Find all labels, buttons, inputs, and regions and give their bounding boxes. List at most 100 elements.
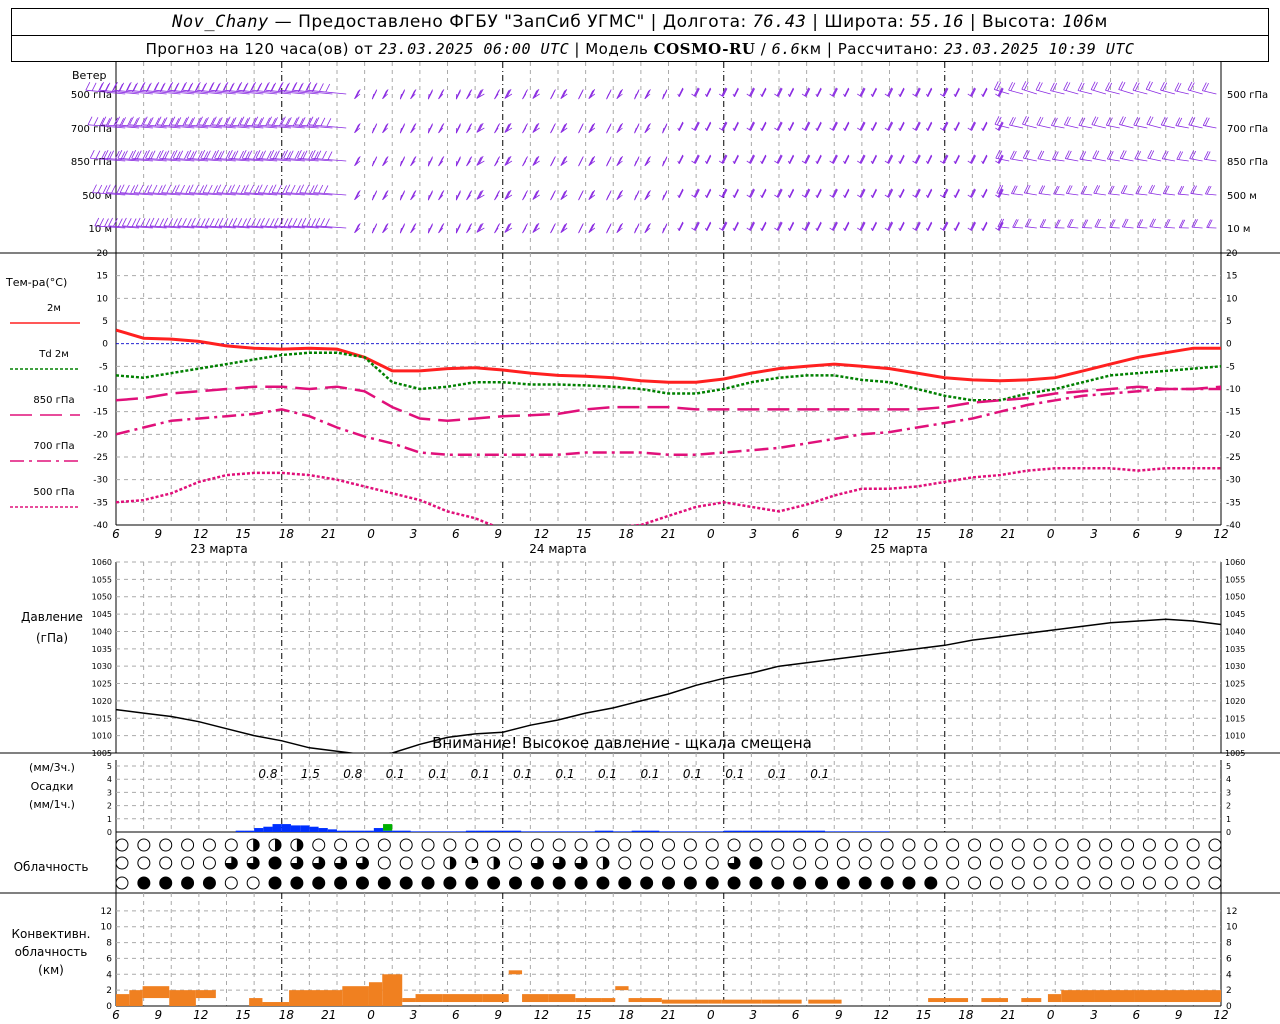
wind-barb-feather bbox=[312, 82, 318, 91]
wind-barb-feather bbox=[119, 82, 125, 91]
conv-bar bbox=[1021, 998, 1042, 1003]
wind-barb-feather bbox=[943, 154, 948, 164]
wind-barb-feather bbox=[634, 223, 640, 232]
cloud-cover-symbol bbox=[159, 838, 173, 852]
prec-bar bbox=[760, 830, 770, 832]
wind-barb-feather bbox=[678, 87, 684, 97]
wind-barb-feather bbox=[645, 123, 650, 133]
wind-barb-feather bbox=[955, 122, 960, 131]
prec-3h-total: 0.1 bbox=[768, 767, 787, 781]
wind-barb-feather bbox=[1164, 185, 1170, 194]
prec-bar bbox=[622, 831, 632, 832]
prec-3h-total: 0.1 bbox=[386, 767, 405, 781]
wind-barb-feather bbox=[844, 189, 850, 198]
wind-barb-feather bbox=[844, 189, 850, 198]
conv-bar bbox=[708, 999, 722, 1004]
wind-barb-feather bbox=[297, 150, 302, 159]
prec-bar bbox=[318, 828, 328, 832]
wind-barb-feather bbox=[982, 88, 988, 97]
wind-barb-feather bbox=[777, 121, 783, 131]
temp-ytick-left: -35 bbox=[93, 498, 108, 508]
wind-barb-feather bbox=[125, 184, 130, 194]
prec-ytick-right: 0 bbox=[1226, 828, 1231, 837]
cloud-cover-symbol bbox=[662, 838, 675, 852]
wind-barb-feather bbox=[871, 221, 877, 231]
cloud-cover-symbol bbox=[749, 838, 763, 852]
pres-ytick-left: 1025 bbox=[92, 680, 112, 689]
wind-barb-feather bbox=[734, 88, 739, 97]
wind-barb-feather bbox=[694, 188, 700, 198]
wind-barb-feather bbox=[844, 122, 850, 131]
wind-barb-feather bbox=[1120, 184, 1126, 194]
cloud-cover-symbol bbox=[421, 876, 435, 890]
prec-bar bbox=[309, 826, 319, 832]
prec-ytick-right: 2 bbox=[1226, 802, 1231, 811]
cloud-cover-symbol bbox=[902, 838, 916, 852]
wind-barb-feather bbox=[467, 190, 473, 199]
wind-barb-feather bbox=[644, 90, 650, 99]
wind-barb-feather bbox=[1064, 150, 1070, 159]
wind-barb-feather bbox=[832, 154, 838, 164]
conv-bar bbox=[601, 998, 616, 1003]
cloud-cover-symbol bbox=[683, 876, 697, 890]
wind-barb-feather bbox=[982, 222, 988, 231]
wind-barb-feather bbox=[1202, 117, 1208, 126]
wind-barb-feather bbox=[355, 89, 360, 99]
wind-barb-shaft bbox=[1078, 124, 1093, 129]
wind-barb-feather bbox=[214, 218, 220, 227]
pres-ytick-left: 1015 bbox=[92, 714, 112, 723]
cloud-cover-symbol bbox=[377, 838, 391, 852]
conv-xtick-label: 6 bbox=[452, 1008, 460, 1022]
wind-barb-feather bbox=[722, 87, 727, 97]
conv-ytick-left: 4 bbox=[106, 970, 112, 980]
conv-ytick-right: 12 bbox=[1226, 907, 1237, 917]
wind-barb-feather bbox=[140, 81, 146, 91]
prec-ytick-right: 5 bbox=[1226, 762, 1231, 771]
conv-bar bbox=[808, 999, 842, 1004]
prec-bar bbox=[419, 831, 430, 832]
wind-barb-feather bbox=[1150, 185, 1155, 194]
cloud-cover-symbol bbox=[968, 838, 982, 852]
cloud-cover-symbol bbox=[815, 838, 829, 852]
wind-barb-shaft bbox=[1025, 226, 1037, 229]
wind-barb-feather bbox=[495, 123, 501, 132]
temp-ytick-left: -40 bbox=[93, 521, 108, 531]
wind-barb-feather bbox=[817, 122, 822, 131]
wind-barb-feather bbox=[1136, 151, 1142, 160]
prec-bar bbox=[521, 831, 531, 832]
wind-barb-feather bbox=[816, 222, 822, 231]
wind-barb-feather bbox=[172, 150, 178, 159]
cloud-cover-symbol bbox=[1186, 876, 1200, 890]
cloud-cover-symbol bbox=[749, 876, 763, 890]
wind-barb-feather bbox=[411, 156, 417, 165]
wind-barb-feather bbox=[646, 123, 651, 132]
wind-barb-feather bbox=[237, 81, 243, 91]
pres-ytick-left: 1035 bbox=[92, 645, 112, 654]
wind-barb-feather bbox=[789, 88, 795, 97]
wind-barb-feather bbox=[251, 81, 256, 91]
wind-barb-feather bbox=[131, 218, 137, 227]
wind-barb-shaft bbox=[1053, 193, 1065, 196]
wind-barb-feather bbox=[85, 81, 91, 91]
cloud-cover-symbol bbox=[1055, 856, 1069, 870]
conv-ytick-right: 4 bbox=[1226, 970, 1232, 980]
prec-bar bbox=[779, 830, 789, 832]
cloud-cover-symbol bbox=[443, 876, 457, 890]
wind-barb-feather bbox=[844, 188, 849, 198]
wind-barb-feather bbox=[1052, 151, 1057, 160]
prec-bar bbox=[300, 825, 310, 832]
cloud-cover-symbol bbox=[1011, 856, 1025, 870]
wind-barb-feather bbox=[761, 122, 767, 131]
prec-bar bbox=[834, 831, 844, 832]
temp-ytick-left: -30 bbox=[93, 476, 108, 486]
prec-ytick-right: 3 bbox=[1226, 788, 1231, 797]
wind-barb-feather bbox=[804, 154, 810, 164]
wind-barb-feather bbox=[761, 122, 767, 131]
conv-bar bbox=[1047, 994, 1062, 1003]
conv-ytick-right: 2 bbox=[1226, 986, 1232, 996]
wind-barb-feather bbox=[915, 188, 921, 198]
wind-level-label-right: 500 м bbox=[1227, 191, 1257, 202]
wind-barb-feather bbox=[678, 221, 684, 231]
temp-ytick-left: 15 bbox=[97, 272, 108, 282]
wind-barb-feather bbox=[149, 217, 155, 227]
